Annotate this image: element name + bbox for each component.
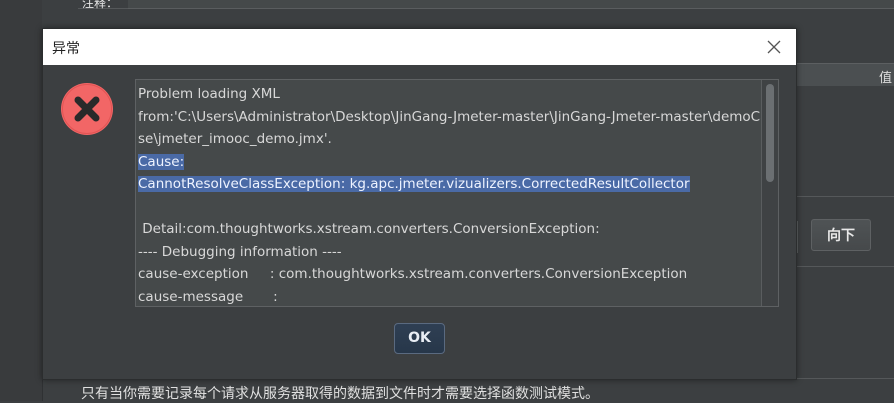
error-message-area[interactable]: Problem loading XML from:'C:\Users\Admin… (135, 79, 779, 307)
message-line: from:'C:\Users\Administrator\Desktop\Jin… (138, 108, 762, 125)
message-line: Problem loading XML (138, 86, 280, 102)
message-line: Detail:com.thoughtworks.xstream.converte… (138, 221, 600, 237)
message-line (138, 196, 762, 219)
table-divider (795, 196, 894, 197)
message-line: cause-message : (138, 288, 278, 305)
close-button[interactable] (760, 33, 788, 61)
dialog-titlebar[interactable]: 异常 (43, 29, 796, 65)
scrollbar-thumb[interactable] (766, 84, 774, 182)
functional-test-hint: 只有当你需要记录每个请求从服务器取得的数据到文件时才需要选择函数测试模式。 (81, 386, 599, 402)
table-header: 值 (795, 63, 894, 87)
error-message-text[interactable]: Problem loading XML from:'C:\Users\Admin… (136, 80, 762, 306)
table-header-value: 值 (878, 71, 892, 86)
error-icon (61, 83, 113, 135)
down-button[interactable]: 向下 (811, 219, 871, 251)
message-line-selected: CannotResolveClassException: kg.apc.jmet… (138, 176, 690, 192)
message-line: cause-exception : com.thoughtworks.xstre… (138, 266, 688, 282)
comment-field[interactable] (128, 0, 894, 9)
vertical-scrollbar[interactable] (761, 80, 778, 306)
exception-dialog: 异常 Problem loading XML from:'C:\Users\Ad… (42, 28, 797, 380)
comment-label: 注释： (78, 0, 123, 10)
message-line-selected: Cause: (138, 153, 185, 170)
mid-divider (795, 266, 894, 267)
left-panel-strip (0, 0, 43, 401)
close-icon (767, 40, 781, 54)
table-body (795, 86, 894, 196)
message-line: se\jmeter_imooc_demo.jmx'. (138, 131, 332, 147)
message-line: ---- Debugging information ---- (138, 243, 342, 260)
ok-button[interactable]: OK (394, 323, 445, 354)
dialog-title: 异常 (52, 41, 80, 57)
